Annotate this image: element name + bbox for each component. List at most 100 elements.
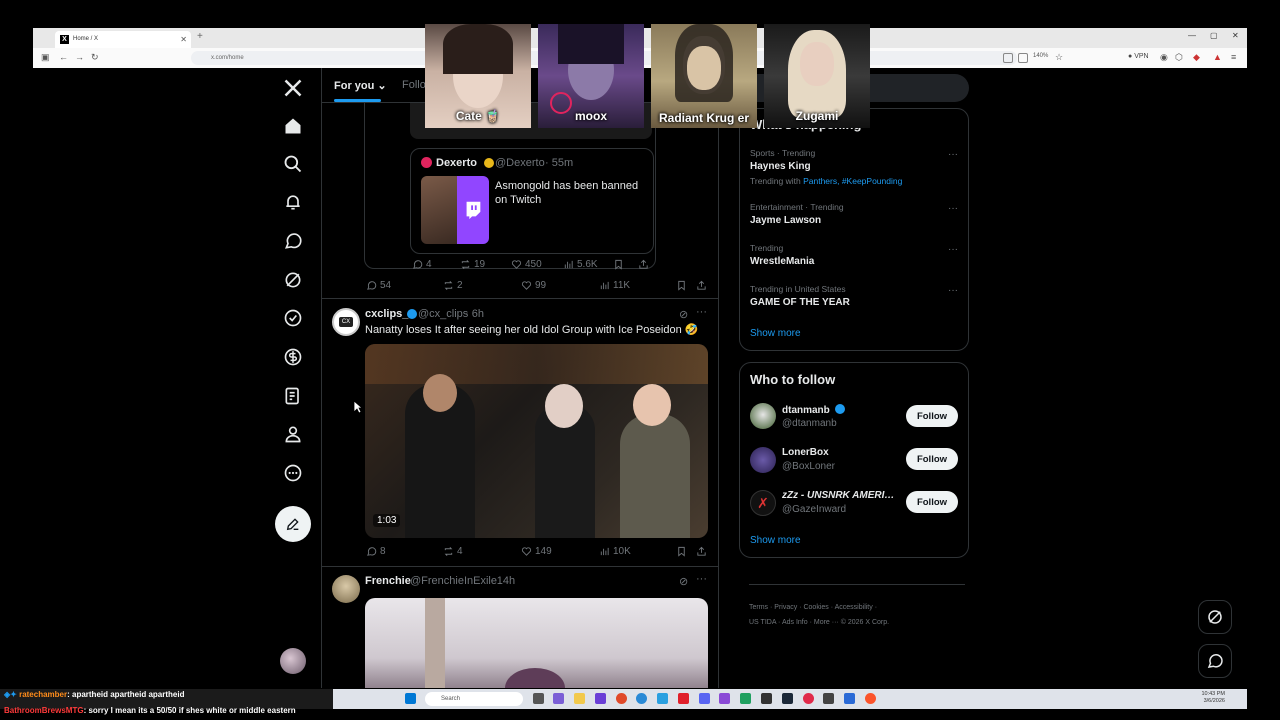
trend-more-icon[interactable]: ··· <box>948 285 958 296</box>
trend-item[interactable]: Sports · Trending Haynes King Trending w… <box>750 148 902 186</box>
back-icon[interactable]: ← <box>59 52 68 62</box>
extension-icon[interactable]: ⬡ <box>1175 52 1183 63</box>
spreadsheet-icon[interactable] <box>740 693 751 704</box>
youtube-icon[interactable] <box>678 693 689 704</box>
suggested-user-name[interactable]: LonerBox <box>782 447 829 458</box>
app-icon[interactable] <box>844 693 855 704</box>
footer-link-more[interactable]: More ··· <box>814 619 839 626</box>
x-logo-icon[interactable] <box>281 76 305 100</box>
quoted-repost-button[interactable]: 19 <box>460 259 485 270</box>
footer-link-terms[interactable]: Terms <box>749 604 768 611</box>
bookmark-icon[interactable] <box>676 546 687 557</box>
lonerbox-avatar[interactable] <box>750 447 776 473</box>
like-button[interactable]: 149 <box>521 546 552 557</box>
tweet-handle[interactable]: @cx_clips <box>418 308 468 320</box>
tweet-video[interactable]: 1:03 <box>365 344 708 538</box>
monetization-icon[interactable] <box>281 345 305 369</box>
reply-button[interactable]: 8 <box>366 546 386 557</box>
quoted-tweet-image[interactable] <box>421 176 489 244</box>
menu-icon[interactable]: ≡ <box>1231 52 1236 62</box>
tab-for-you[interactable]: For you ⌄ <box>334 79 387 92</box>
trend-more-icon[interactable]: ··· <box>948 203 958 214</box>
suggested-user-name[interactable]: zZz - UNSNRK AMERI… <box>782 490 894 501</box>
trend-item[interactable]: Entertainment · Trending Jayme Lawson <box>750 202 844 226</box>
reload-icon[interactable]: ↻ <box>91 52 99 63</box>
repost-button[interactable]: 2 <box>443 280 463 291</box>
trend-more-icon[interactable]: ··· <box>948 149 958 160</box>
app-icon[interactable] <box>719 693 730 704</box>
verified-orgs-icon[interactable] <box>281 306 305 330</box>
start-button-icon[interactable] <box>405 693 416 704</box>
lists-icon[interactable] <box>281 384 305 408</box>
quoted-like-button[interactable]: 450 <box>511 259 542 270</box>
search-icon[interactable] <box>281 152 305 176</box>
task-view-icon[interactable] <box>533 693 544 704</box>
trend-more-icon[interactable]: ··· <box>948 244 958 255</box>
brave-shield-icon[interactable]: ◆ <box>1193 52 1200 63</box>
new-tab-icon[interactable]: + <box>197 31 203 42</box>
zoom-level[interactable]: 140% <box>1033 53 1048 59</box>
bookmark-icon[interactable] <box>676 280 687 291</box>
tweet-more-icon[interactable]: ··· <box>696 306 707 318</box>
rewards-icon[interactable]: ▲ <box>1213 52 1222 62</box>
trends-show-more[interactable]: Show more <box>750 328 801 339</box>
views-count[interactable]: 11K <box>599 280 630 291</box>
tweet-author-name[interactable]: cxclips_ <box>365 308 408 320</box>
footer-link-accessibility[interactable]: Accessibility <box>835 604 873 611</box>
footer-link-tida[interactable]: US TIDA <box>749 619 776 626</box>
vpn-button[interactable]: ● VPN <box>1128 53 1149 60</box>
grok-explain-icon[interactable]: ⊘ <box>679 308 688 321</box>
app-icon[interactable] <box>803 693 814 704</box>
maximize-icon[interactable]: ▢ <box>1210 31 1218 40</box>
messages-icon[interactable] <box>281 229 305 253</box>
account-icon[interactable]: ◉ <box>1160 52 1168 63</box>
notifications-bell-icon[interactable] <box>281 190 305 214</box>
home-icon[interactable] <box>281 114 305 138</box>
tweet-author-name[interactable]: Frenchie <box>365 575 411 587</box>
app-icon[interactable] <box>761 693 772 704</box>
follow-button[interactable]: Follow <box>906 448 958 470</box>
more-options-icon[interactable] <box>281 461 305 485</box>
reply-button[interactable]: 54 <box>366 280 391 291</box>
tweet-time[interactable]: · 14h <box>490 575 515 587</box>
footer-link-privacy[interactable]: Privacy <box>774 604 797 611</box>
follow-button[interactable]: Follow <box>906 405 958 427</box>
taskbar-clock[interactable]: 10:43 PM 3/6/2026 <box>1201 691 1225 705</box>
edge-icon[interactable] <box>636 693 647 704</box>
quoted-tweet[interactable]: Dexerto @Dexerto · 55m Asmongold has bee… <box>410 148 654 254</box>
follow-button[interactable]: Follow <box>906 491 958 513</box>
share-icon[interactable] <box>696 280 707 291</box>
trend-item[interactable]: Trending in United States GAME OF THE YE… <box>750 284 850 308</box>
discord-icon[interactable] <box>699 693 710 704</box>
file-explorer-icon[interactable] <box>574 693 585 704</box>
grok-float-button[interactable] <box>1198 600 1232 634</box>
cxclips-avatar[interactable]: CX <box>332 308 360 336</box>
screenshot-icon[interactable] <box>1018 53 1028 63</box>
app-icon[interactable] <box>553 693 564 704</box>
quoted-views[interactable]: 5.6K <box>563 259 598 270</box>
share-icon[interactable] <box>696 546 707 557</box>
reader-icon[interactable] <box>1003 53 1013 63</box>
compose-post-button[interactable] <box>275 506 311 542</box>
window-close-icon[interactable]: ✕ <box>1232 31 1239 40</box>
dtanmanb-avatar[interactable] <box>750 403 776 429</box>
grok-explain-icon[interactable]: ⊘ <box>679 575 688 588</box>
browser-tab-home[interactable]: X Home / X ✕ <box>55 31 191 48</box>
tweet-more-icon[interactable]: ··· <box>696 573 707 585</box>
trend-item[interactable]: Trending WrestleMania <box>750 243 814 267</box>
app-icon[interactable] <box>823 693 834 704</box>
grok-icon[interactable] <box>281 268 305 292</box>
quoted-bookmark-icon[interactable] <box>613 259 624 270</box>
brave-icon[interactable] <box>865 693 876 704</box>
quoted-author-name[interactable]: Dexerto <box>436 157 477 169</box>
tweet-time[interactable]: · 6h <box>465 308 484 320</box>
sidebar-toggle-icon[interactable]: ▣ <box>41 52 50 63</box>
tab-following[interactable]: Follo <box>402 79 426 91</box>
account-avatar[interactable] <box>280 648 306 674</box>
views-count[interactable]: 10K <box>599 546 631 557</box>
like-button[interactable]: 99 <box>521 280 546 291</box>
frenchie-avatar[interactable] <box>332 575 360 603</box>
gazeinward-avatar[interactable]: ✗ <box>750 490 776 516</box>
app-icon[interactable] <box>595 693 606 704</box>
taskbar-search[interactable]: Search <box>425 692 523 706</box>
